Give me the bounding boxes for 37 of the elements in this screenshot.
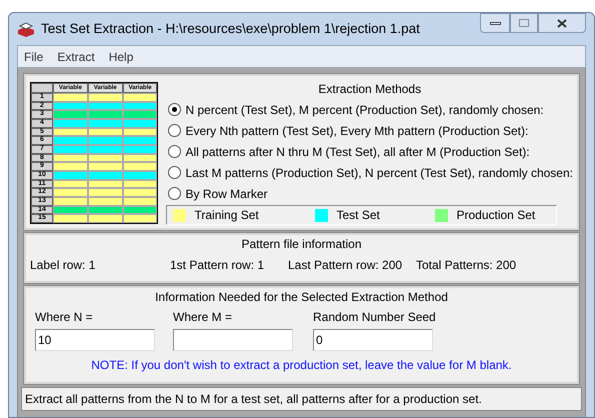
- input-field[interactable]: 10: [35, 329, 155, 351]
- field-label: Random Number Seed: [313, 309, 437, 326]
- menu-item[interactable]: Extract: [57, 48, 95, 66]
- input-field[interactable]: 0: [313, 329, 433, 351]
- section-title: Pattern file information: [241, 236, 362, 253]
- legend-label: Training Set: [194, 207, 259, 224]
- note-text: NOTE: If you don't wish to extract a production set, leave the value for M blank.: [91, 357, 512, 374]
- option-label[interactable]: Every Nth pattern (Test Set), Every Mth pattern (Production Set):: [185, 122, 528, 140]
- input-field[interactable]: [173, 329, 293, 351]
- close-icon: [557, 18, 567, 28]
- field-label: Where M =: [173, 309, 234, 326]
- status-text: Extract all patterns from the N to M for a test set, all patterns after for a production set.: [25, 391, 482, 408]
- info-text: Last Pattern row: 200: [288, 257, 404, 274]
- close-button[interactable]: [538, 13, 586, 33]
- info-text: 1st Pattern row: 1: [170, 257, 266, 274]
- window-title: Test Set Extraction - H:\resources\exe\problem 1\rejection 1.pat: [41, 20, 420, 38]
- info-text: Total Patterns: 200: [416, 257, 518, 274]
- option-label[interactable]: N percent (Test Set), M percent (Production Set), randomly chosen:: [185, 100, 544, 118]
- radio-button[interactable]: [168, 145, 182, 158]
- info-text: Label row: 1: [30, 257, 96, 274]
- option-label[interactable]: All patterns after N thru M (Test Set), all after M (Production Set):: [185, 142, 530, 160]
- radio-button[interactable]: [168, 166, 182, 179]
- header-cell: [31, 83, 53, 93]
- menu-item[interactable]: Help: [108, 48, 134, 66]
- radio-button[interactable]: [168, 124, 182, 137]
- field-label: Where N =: [35, 309, 94, 326]
- app-icon: [17, 21, 35, 37]
- section-title: Extraction Methods: [318, 81, 422, 98]
- legend-label: Test Set: [336, 207, 380, 224]
- option-label[interactable]: Last M patterns (Production Set), N percent (Test Set), randomly chosen:: [185, 164, 573, 182]
- menu-item[interactable]: File: [24, 48, 44, 66]
- legend-label: Production Set: [456, 207, 536, 224]
- option-label[interactable]: By Row Marker: [185, 184, 268, 202]
- radio-button[interactable]: [168, 103, 182, 116]
- radio-button[interactable]: [168, 187, 182, 200]
- minimize-button[interactable]: [480, 13, 510, 33]
- section-title: Information Needed for the Selected Extraction Method: [155, 289, 448, 306]
